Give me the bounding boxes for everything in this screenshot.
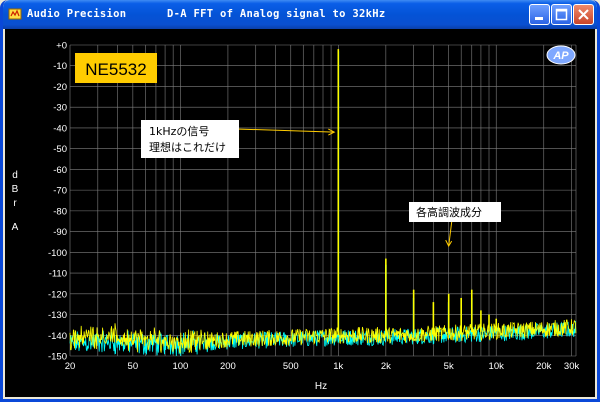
app-icon [8,8,22,20]
minimize-button[interactable] [529,4,550,25]
x-tick-label: 10k [489,361,505,372]
label-box-ne5532: NE5532 [75,53,157,83]
x-tick-label: 200 [220,361,236,372]
x-axis-label: Hz [315,381,327,392]
y-tick-label: -110 [49,269,67,280]
annotation-fundamental-line1: 1kHzの信号 [149,125,209,138]
close-button[interactable] [573,4,594,25]
y-axis-label-char: r [13,198,17,209]
y-tick-label: -90 [53,227,67,238]
y-tick-label: -40 [53,123,67,134]
x-tick-label: 100 [172,361,188,372]
y-axis-label-char: d [12,170,18,181]
y-tick-label: -100 [48,248,67,259]
ap-logo-text: AP [552,50,569,62]
minimize-icon [535,17,543,20]
app-name: Audio Precision [27,8,127,20]
plot-frame: +0 -10 -20 -30 -40 -50 -60 -70 -80 -90 -100 -110 -12… [5,29,595,397]
y-tick-label: -80 [53,206,67,217]
label-box-text: NE5532 [85,60,146,79]
y-tick-label: -10 [53,61,67,72]
window-title-text: D-A FFT of Analog signal to 32kHz [167,8,386,20]
x-tick-label: 50 [128,361,139,372]
annotation-fundamental-arrow [238,128,336,136]
y-tick-label: -60 [53,165,67,176]
x-tick-label: 1k [333,361,343,372]
maximize-icon [555,8,568,21]
annotation-fundamental: 1kHzの信号 理想はこれだけ [141,120,336,158]
title-bar[interactable]: Audio Precision D-A FFT of Analog signal … [3,0,597,29]
y-axis-label-char: A [12,222,19,233]
fft-chart: +0 -10 -20 -30 -40 -50 -60 -70 -80 -90 -100 -110 -12… [12,41,580,393]
y-tick-label: -30 [53,103,67,114]
window-title: Audio Precision D-A FFT of Analog signal … [27,8,386,20]
x-tick-label: 2k [381,361,391,372]
y-tick-label: -20 [53,82,67,93]
y-tick-label: +0 [56,41,67,52]
annotation-harmonics-text: 各高調波成分 [416,205,482,219]
app-window: Audio Precision D-A FFT of Analog signal … [0,0,600,402]
y-tick-label: -50 [53,144,67,155]
y-tick-label: -140 [48,331,67,342]
y-tick-label: -120 [48,289,67,300]
x-tick-label: 20 [65,361,76,372]
ap-logo: AP [546,45,576,65]
annotation-harmonics: 各高調波成分 [409,202,501,248]
y-axis-label-char: B [12,184,19,195]
y-tick-label: -130 [48,310,67,321]
close-icon [578,9,589,20]
x-tick-label: 30k [564,361,580,372]
maximize-button[interactable] [551,4,572,25]
annotation-fundamental-line2: 理想はこれだけ [149,140,226,154]
x-tick-label: 5k [444,361,454,372]
x-tick-label: 500 [283,361,299,372]
x-tick-label: 20k [536,361,552,372]
grid [69,44,577,357]
y-tick-label: -70 [53,186,67,197]
y-axis-label: d B r A [12,170,19,233]
